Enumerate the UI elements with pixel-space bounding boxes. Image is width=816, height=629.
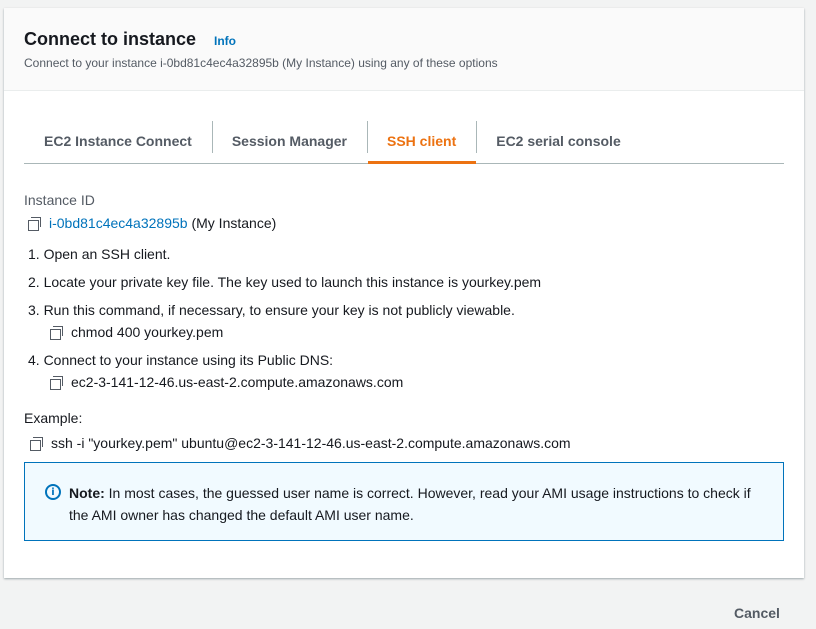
public-dns: ec2-3-141-12-46.us-east-2.compute.amazon…	[71, 374, 404, 390]
note-alert: i Note: In most cases, the guessed user …	[24, 462, 784, 541]
page-subtitle: Connect to your instance i-0bd81c4ec4a32…	[24, 56, 498, 70]
example-command: ssh -i "yourkey.pem" ubuntu@ec2-3-141-12…	[51, 435, 571, 451]
instance-name: (My Instance)	[187, 215, 277, 231]
connection-tabs: EC2 Instance Connect Session Manager SSH…	[24, 118, 784, 164]
tab-ssh-client[interactable]: SSH client	[366, 118, 477, 164]
copy-icon[interactable]	[30, 436, 43, 451]
info-icon: i	[45, 484, 61, 500]
step-4: 4. Connect to your instance using its Pu…	[28, 352, 334, 368]
panel-header: Connect to instance Info Connect to your…	[4, 8, 804, 91]
chmod-command: chmod 400 yourkey.pem	[71, 324, 224, 340]
instance-id-row: i-0bd81c4ec4a32895b (My Instance)	[28, 215, 276, 231]
copy-icon[interactable]	[28, 216, 41, 231]
step-1: 1. Open an SSH client.	[28, 246, 171, 262]
step-3: 3. Run this command, if necessary, to en…	[28, 302, 515, 318]
cancel-button[interactable]: Cancel	[734, 605, 780, 621]
example-command-row: ssh -i "yourkey.pem" ubuntu@ec2-3-141-12…	[30, 435, 571, 451]
chmod-command-row: chmod 400 yourkey.pem	[50, 324, 223, 340]
note-text: Note: In most cases, the guessed user na…	[69, 482, 769, 526]
tab-ec2-serial-console[interactable]: EC2 serial console	[476, 118, 641, 163]
info-link[interactable]: Info	[214, 34, 236, 48]
tab-session-manager[interactable]: Session Manager	[211, 118, 367, 163]
page-title: Connect to instance	[24, 29, 197, 49]
copy-icon[interactable]	[50, 325, 63, 340]
instance-id-link[interactable]: i-0bd81c4ec4a32895b	[49, 215, 188, 231]
step-2: 2. Locate your private key file. The key…	[28, 274, 542, 290]
copy-icon[interactable]	[50, 375, 63, 390]
connect-instance-panel: Connect to instance Info Connect to your…	[4, 8, 804, 578]
instance-id-label: Instance ID	[24, 192, 95, 208]
note-body: In most cases, the guessed user name is …	[69, 485, 751, 523]
tab-ec2-instance-connect[interactable]: EC2 Instance Connect	[24, 118, 212, 163]
example-label: Example:	[24, 410, 83, 426]
note-bold: Note:	[69, 485, 105, 501]
public-dns-row: ec2-3-141-12-46.us-east-2.compute.amazon…	[50, 374, 403, 390]
